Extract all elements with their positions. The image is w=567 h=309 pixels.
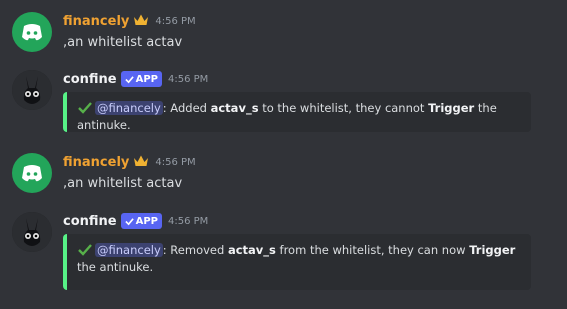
timestamp[interactable]: 4:56 PM xyxy=(155,157,195,168)
embed-target: actav_s xyxy=(227,243,276,257)
author-name[interactable]: financely xyxy=(63,14,129,29)
check-icon xyxy=(78,102,92,114)
message-content: ,an whitelist actav xyxy=(63,176,183,191)
avatar[interactable] xyxy=(12,70,52,110)
verified-check-icon xyxy=(124,75,134,83)
timestamp[interactable]: 4:56 PM xyxy=(168,216,208,227)
embed: @financely: Added actav_s to the whiteli… xyxy=(63,92,531,132)
app-badge: APP xyxy=(120,71,163,87)
embed-text: : Added xyxy=(162,101,211,115)
message-content: ,an whitelist actav xyxy=(63,35,183,50)
author-name[interactable]: confine xyxy=(63,214,117,229)
discord-icon xyxy=(22,165,42,182)
user-mention[interactable]: @financely xyxy=(95,243,163,257)
bot-avatar-icon xyxy=(12,212,52,252)
verified-check-icon xyxy=(124,217,134,225)
embed-text: from the whitelist, they can now xyxy=(275,243,470,257)
embed-trigger: Trigger xyxy=(469,243,516,257)
embed: @financely: Removed actav_s from the whi… xyxy=(63,234,531,290)
embed-trigger: Trigger xyxy=(428,101,475,115)
crown-icon xyxy=(133,12,149,31)
app-badge: APP xyxy=(120,213,163,229)
embed-target: actav_s xyxy=(210,101,259,115)
crown-icon xyxy=(133,153,149,172)
app-badge-label: APP xyxy=(135,73,159,85)
avatar[interactable] xyxy=(12,12,52,52)
timestamp[interactable]: 4:56 PM xyxy=(168,74,208,85)
embed-text: : Removed xyxy=(162,243,228,257)
check-icon xyxy=(78,244,92,256)
avatar[interactable] xyxy=(12,212,52,252)
discord-icon xyxy=(22,24,42,41)
author-name[interactable]: confine xyxy=(63,72,117,87)
timestamp[interactable]: 4:56 PM xyxy=(155,16,195,27)
author-name[interactable]: financely xyxy=(63,155,129,170)
embed-text: the antinuke. xyxy=(77,260,154,274)
avatar[interactable] xyxy=(12,153,52,193)
user-mention[interactable]: @financely xyxy=(95,101,163,115)
bot-avatar-icon xyxy=(12,70,52,110)
app-badge-label: APP xyxy=(135,215,159,227)
embed-text: to the whitelist, they cannot xyxy=(258,101,429,115)
